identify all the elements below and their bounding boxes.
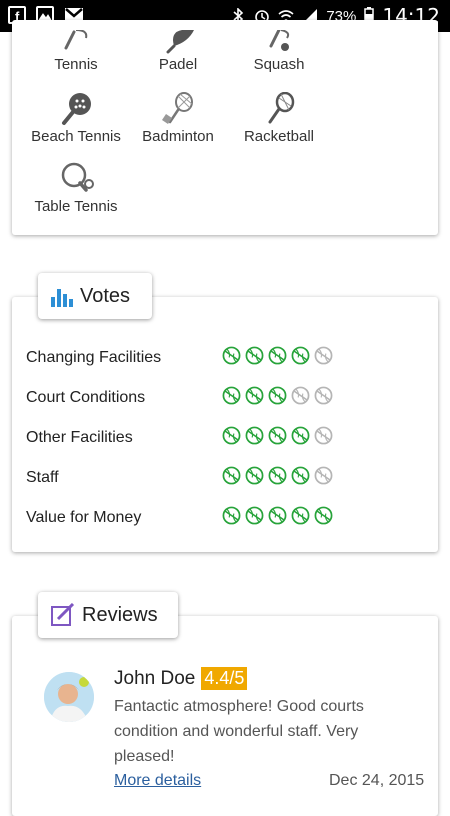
reviewer-name: John Doe	[114, 667, 196, 689]
tennis-ball-filled-icon	[245, 426, 264, 450]
tennis-ball-filled-icon	[222, 386, 241, 410]
badminton-racket-icon	[162, 92, 193, 124]
squash-racket-icon	[269, 30, 290, 51]
tennis-ball-filled-icon	[268, 506, 287, 530]
tennis-ball-empty-icon	[314, 466, 333, 490]
tennis-ball-empty-icon	[291, 386, 310, 410]
tennis-ball-filled-icon	[245, 506, 264, 530]
tennis-ball-empty-icon	[314, 386, 333, 410]
sport-label: Padel	[158, 56, 198, 73]
tennis-ball-filled-icon	[268, 466, 287, 490]
more-details-link[interactable]: More details	[114, 772, 201, 790]
edit-icon	[51, 603, 75, 626]
tennis-ball-empty-icon	[314, 346, 333, 370]
tennis-ball-filled-icon	[268, 346, 287, 370]
reviews-title: Reviews	[82, 603, 158, 626]
sport-label: Tennis	[54, 56, 98, 73]
tennis-ball-filled-icon	[222, 466, 241, 490]
vote-rating	[222, 386, 333, 410]
sport-label: Racketball	[243, 128, 315, 145]
tennis-ball-empty-icon	[314, 426, 333, 450]
tennis-ball-filled-icon	[245, 466, 264, 490]
vote-rating	[222, 506, 333, 530]
tennis-racket-icon	[64, 30, 88, 50]
sport-label: Squash	[253, 56, 305, 73]
vote-rating	[222, 466, 333, 490]
bar-chart-icon	[51, 289, 73, 307]
review-text: Fantactic atmosphere! Good courts condit…	[114, 698, 364, 765]
sport-padel[interactable]: Padel	[123, 30, 233, 73]
review-header: John Doe 4.4/5	[114, 667, 248, 690]
vote-row: Value for Money	[26, 505, 406, 531]
padel-racket-icon	[166, 30, 194, 54]
votes-title: Votes	[80, 284, 131, 307]
vote-rating	[222, 346, 333, 370]
sport-beach-tennis[interactable]: Beach Tennis	[21, 92, 131, 145]
sport-squash[interactable]: Squash	[224, 30, 334, 73]
tennis-ball-filled-icon	[245, 346, 264, 370]
sport-label: Table Tennis	[34, 198, 118, 215]
sport-tennis[interactable]: Tennis	[21, 30, 131, 73]
vote-row: Other Facilities	[26, 425, 406, 451]
tennis-ball-filled-icon	[291, 506, 310, 530]
review-date: Dec 24, 2015	[329, 772, 425, 789]
vote-label: Changing Facilities	[26, 349, 162, 366]
tennis-ball-filled-icon	[291, 346, 310, 370]
vote-label: Court Conditions	[26, 389, 146, 406]
tennis-ball-filled-icon	[291, 466, 310, 490]
vote-row: Staff	[26, 465, 406, 491]
vote-rating	[222, 426, 333, 450]
beach-tennis-racket-icon	[62, 93, 91, 125]
vote-label: Staff	[26, 469, 59, 486]
racketball-racket-icon	[268, 92, 295, 124]
sport-badminton[interactable]: Badminton	[123, 92, 233, 145]
tennis-ball-filled-icon	[222, 346, 241, 370]
sport-table-tennis[interactable]: Table Tennis	[21, 162, 131, 215]
table-tennis-paddle-icon	[61, 162, 94, 192]
sport-racketball[interactable]: Racketball	[224, 92, 334, 145]
vote-label: Other Facilities	[26, 429, 133, 446]
sport-label: Badminton	[142, 128, 214, 145]
vote-row: Changing Facilities	[26, 345, 406, 371]
tennis-ball-filled-icon	[222, 506, 241, 530]
tennis-ball-filled-icon	[245, 386, 264, 410]
sport-label: Beach Tennis	[31, 128, 121, 145]
reviewer-avatar	[44, 672, 94, 722]
vote-row: Court Conditions	[26, 385, 406, 411]
tennis-ball-filled-icon	[222, 426, 241, 450]
reviews-header: Reviews	[38, 592, 178, 638]
review-score-badge: 4.4/5	[201, 667, 248, 690]
tennis-ball-filled-icon	[268, 426, 287, 450]
tennis-ball-filled-icon	[314, 506, 333, 530]
tennis-ball-filled-icon	[268, 386, 287, 410]
vote-label: Value for Money	[26, 509, 142, 526]
tennis-ball-filled-icon	[291, 426, 310, 450]
votes-header: Votes	[38, 273, 152, 319]
